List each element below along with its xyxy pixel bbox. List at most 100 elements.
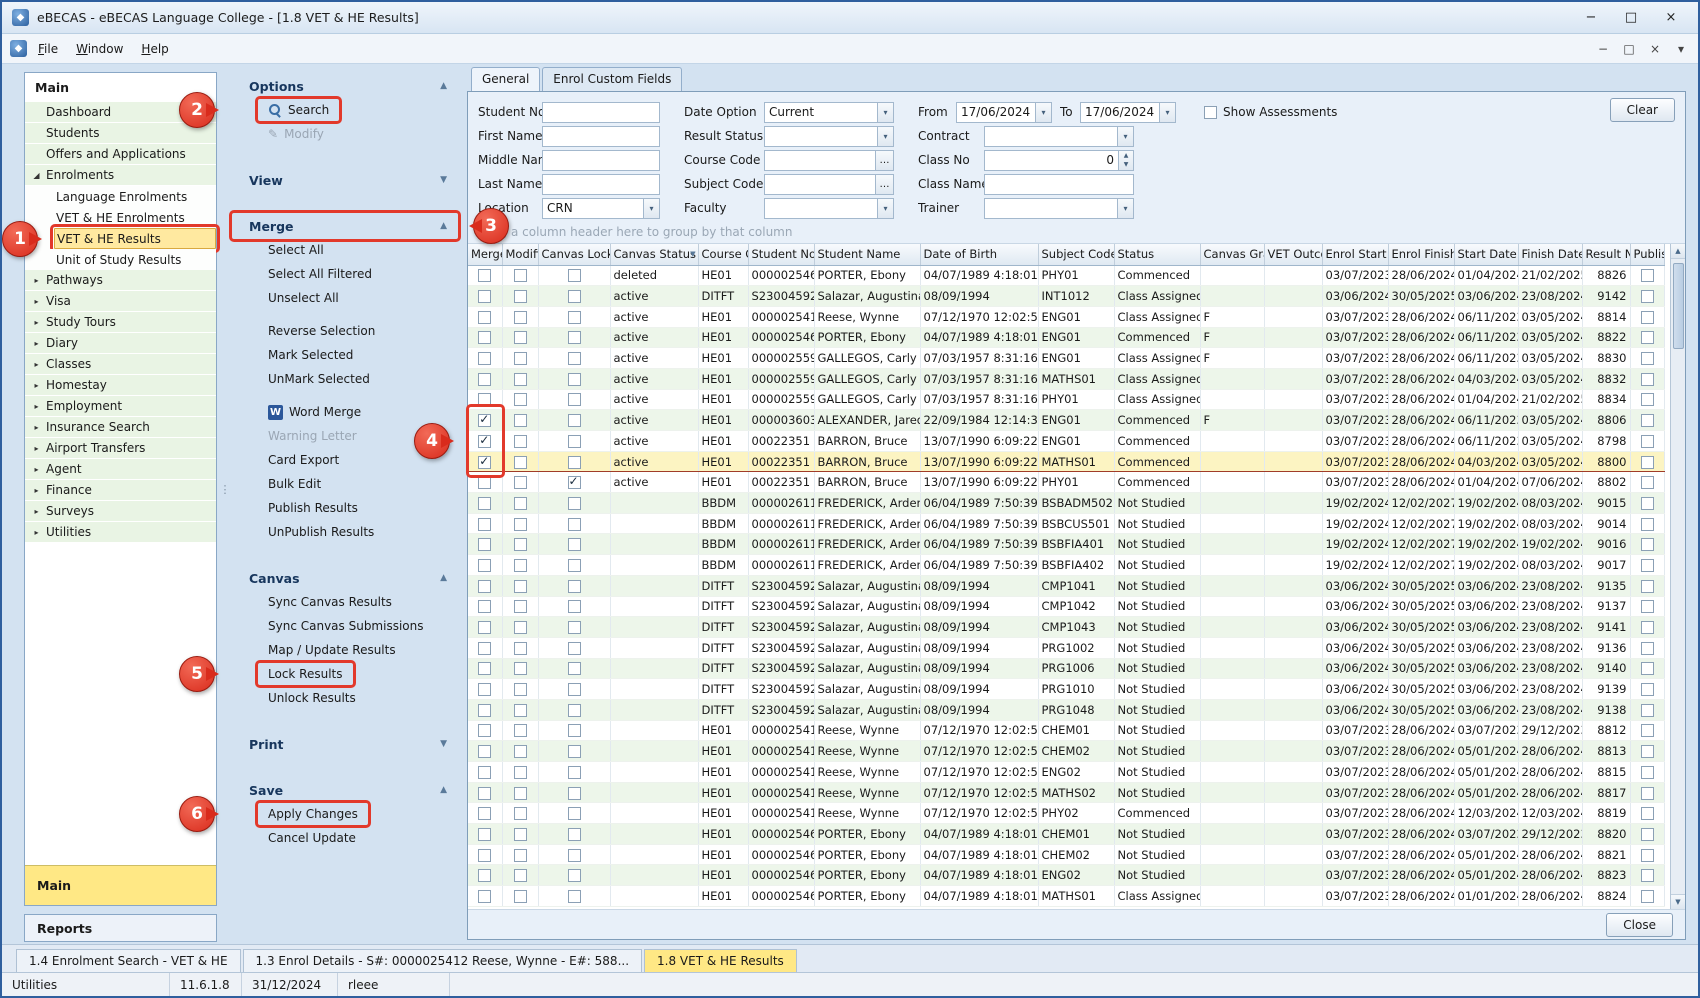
chevron-up-icon[interactable]: ▲ xyxy=(440,573,447,583)
action-box-unlock-results[interactable]: Unlock Results xyxy=(259,688,365,708)
middle-name-input[interactable] xyxy=(542,150,660,171)
subject-code-ellipsis-button[interactable]: … xyxy=(876,174,894,195)
date-option-select[interactable]: Current ▾ xyxy=(764,102,894,123)
table-row[interactable]: HE010000025469PORTER, Ebony04/07/1989 4:… xyxy=(468,886,1664,907)
table-row[interactable]: activeHE0100022351BARRON, Bruce13/07/199… xyxy=(468,431,1664,452)
maximize-icon[interactable]: □ xyxy=(1614,7,1648,29)
column-header-merge[interactable]: Merge xyxy=(468,244,502,265)
action-sync-canvas-results[interactable]: Sync Canvas Results xyxy=(233,590,457,614)
canvas-lock-checkbox[interactable] xyxy=(568,766,581,779)
from-date-input[interactable]: 17/06/2024 ▾ xyxy=(956,102,1052,123)
modified-checkbox[interactable] xyxy=(514,352,527,365)
column-header-publish[interactable]: Publish xyxy=(1630,244,1664,265)
publish-checkbox[interactable] xyxy=(1641,435,1654,448)
merge-checkbox[interactable] xyxy=(478,704,491,717)
chevron-down-icon[interactable]: ▾ xyxy=(1035,103,1051,122)
canvas-lock-checkbox[interactable] xyxy=(568,642,581,655)
menu-window[interactable]: Window xyxy=(67,38,132,60)
first-name-input[interactable] xyxy=(542,126,660,147)
publish-checkbox[interactable] xyxy=(1641,414,1654,427)
modified-checkbox[interactable] xyxy=(514,393,527,406)
modified-checkbox[interactable] xyxy=(514,456,527,469)
column-header-canvas-grad[interactable]: Canvas Grad xyxy=(1200,244,1264,265)
tree-expanded-icon[interactable]: ◢ xyxy=(29,171,44,180)
action-box-mark-selected[interactable]: Mark Selected xyxy=(259,345,362,365)
canvas-lock-checkbox[interactable] xyxy=(568,269,581,282)
table-row[interactable]: DITFTS230045920Salazar, Augustina08/09/1… xyxy=(468,658,1664,679)
publish-checkbox[interactable] xyxy=(1641,456,1654,469)
class-name-input[interactable] xyxy=(984,174,1134,195)
action-bulk-edit[interactable]: Bulk Edit xyxy=(233,472,457,496)
action-box-unmark-selected[interactable]: UnMark Selected xyxy=(259,369,379,389)
canvas-lock-checkbox[interactable] xyxy=(568,290,581,303)
result-status-select[interactable]: ▾ xyxy=(764,126,894,147)
menu-help[interactable]: Help xyxy=(132,38,177,60)
table-row[interactable]: DITFTS230045920Salazar, Augustina08/09/1… xyxy=(468,637,1664,658)
tree-collapsed-icon[interactable]: ▸ xyxy=(29,507,44,516)
sidebar-item-offers-and-applications[interactable]: Offers and Applications xyxy=(25,144,216,165)
publish-checkbox[interactable] xyxy=(1641,890,1654,903)
canvas-lock-checkbox[interactable] xyxy=(568,476,581,489)
table-row[interactable]: activeHE0100022351BARRON, Bruce13/07/199… xyxy=(468,451,1664,472)
publish-checkbox[interactable] xyxy=(1641,807,1654,820)
tree-collapsed-icon[interactable]: ▸ xyxy=(29,444,44,453)
stepper-arrows-icon[interactable]: ▲▼ xyxy=(1118,151,1133,170)
merge-checkbox[interactable] xyxy=(478,559,491,572)
canvas-lock-checkbox[interactable] xyxy=(568,745,581,758)
tree-collapsed-icon[interactable]: ▸ xyxy=(29,276,44,285)
merge-checkbox[interactable] xyxy=(478,828,491,841)
sidebar-item-vet-he-results[interactable]: VET & HE Results1 xyxy=(25,228,216,249)
table-row[interactable]: deletedHE010000025469PORTER, Ebony04/07/… xyxy=(468,265,1664,286)
publish-checkbox[interactable] xyxy=(1641,269,1654,282)
publish-checkbox[interactable] xyxy=(1641,311,1654,324)
sidebar-item-enrolments[interactable]: ◢Enrolments xyxy=(25,165,216,186)
action-reverse-selection[interactable]: Reverse Selection xyxy=(233,319,457,343)
modified-checkbox[interactable] xyxy=(514,890,527,903)
mdi-tab-1-3-enrol-details-s-0000025412-r[interactable]: 1.3 Enrol Details - S#: 0000025412 Reese… xyxy=(243,949,642,972)
action-word-merge[interactable]: WWord Merge xyxy=(233,400,457,424)
merge-checkbox[interactable] xyxy=(478,807,491,820)
merge-checkbox[interactable] xyxy=(478,393,491,406)
tab-enrol-custom-fields[interactable]: Enrol Custom Fields xyxy=(542,67,682,91)
action-box-search[interactable]: Search xyxy=(259,100,338,120)
column-header-subject-code[interactable]: Subject Code xyxy=(1038,244,1114,265)
merge-checkbox[interactable] xyxy=(478,580,491,593)
canvas-lock-checkbox[interactable] xyxy=(568,828,581,841)
publish-checkbox[interactable] xyxy=(1641,331,1654,344)
chevron-down-icon[interactable]: ▾ xyxy=(877,199,893,218)
chevron-down-icon[interactable]: ▾ xyxy=(1117,199,1133,218)
chevron-down-icon[interactable]: ▾ xyxy=(877,127,893,146)
canvas-lock-checkbox[interactable] xyxy=(568,538,581,551)
merge-checkbox[interactable] xyxy=(478,642,491,655)
canvas-lock-checkbox[interactable] xyxy=(568,559,581,572)
modified-checkbox[interactable] xyxy=(514,497,527,510)
filter-dropdown-icon[interactable]: ▼ xyxy=(690,250,695,258)
canvas-lock-checkbox[interactable] xyxy=(568,352,581,365)
modified-checkbox[interactable] xyxy=(514,269,527,282)
tree-collapsed-icon[interactable]: ▸ xyxy=(29,297,44,306)
canvas-lock-checkbox[interactable] xyxy=(568,311,581,324)
canvas-lock-checkbox[interactable] xyxy=(568,807,581,820)
mdi-minimize-icon[interactable]: − xyxy=(1594,42,1612,56)
canvas-lock-checkbox[interactable] xyxy=(568,724,581,737)
sidebar-item-study-tours[interactable]: ▸Study Tours xyxy=(25,312,216,333)
sidebar-item-employment[interactable]: ▸Employment xyxy=(25,396,216,417)
sidebar-item-agent[interactable]: ▸Agent xyxy=(25,459,216,480)
merge-checkbox[interactable] xyxy=(478,787,491,800)
sidebar-item-utilities[interactable]: ▸Utilities xyxy=(25,522,216,543)
chevron-down-icon[interactable]: ▾ xyxy=(1117,127,1133,146)
action-box-lock-results[interactable]: Lock Results xyxy=(259,664,352,684)
publish-checkbox[interactable] xyxy=(1641,476,1654,489)
close-button[interactable]: Close xyxy=(1606,913,1673,937)
publish-checkbox[interactable] xyxy=(1641,787,1654,800)
action-apply-changes[interactable]: Apply Changes6 xyxy=(233,802,457,826)
sidebar-item-airport-transfers[interactable]: ▸Airport Transfers xyxy=(25,438,216,459)
action-box-select-all[interactable]: Select All xyxy=(259,240,333,260)
grid-scroll-region[interactable]: MergeModifiedCanvas Lock ResulCanvas Sta… xyxy=(468,244,1670,909)
action-map-update-results[interactable]: Map / Update Results xyxy=(233,638,457,662)
tree-collapsed-icon[interactable]: ▸ xyxy=(29,318,44,327)
merge-checkbox[interactable] xyxy=(478,518,491,531)
table-row[interactable]: DITFTS230045920Salazar, Augustina08/09/1… xyxy=(468,699,1664,720)
modified-checkbox[interactable] xyxy=(514,435,527,448)
course-code-ellipsis-button[interactable]: … xyxy=(876,150,894,171)
